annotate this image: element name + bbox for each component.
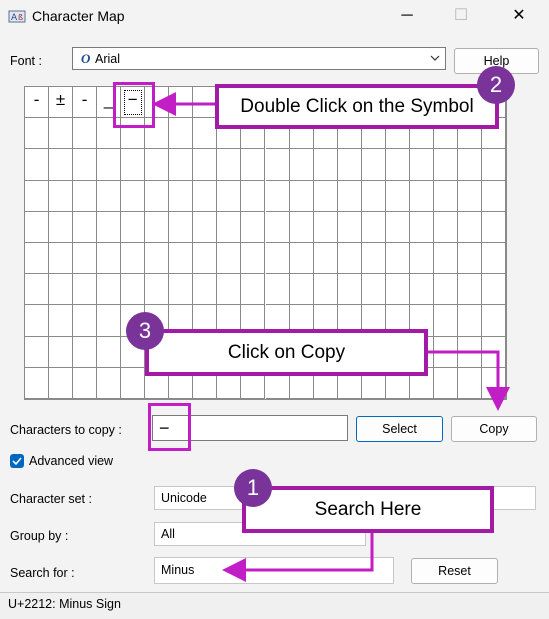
- copy-field-highlight: [148, 403, 191, 451]
- step3-arrow: [427, 350, 510, 411]
- step2-callout: Double Click on the Symbol: [215, 84, 499, 129]
- selected-symbol-highlight: [113, 82, 155, 128]
- step1-arrow: [222, 531, 374, 582]
- step2-badge: 2: [477, 66, 515, 104]
- step3-badge: 3: [126, 312, 164, 350]
- step1-callout: Search Here: [242, 486, 494, 533]
- step3-callout: Click on Copy: [145, 329, 428, 376]
- step1-badge: 1: [234, 469, 272, 507]
